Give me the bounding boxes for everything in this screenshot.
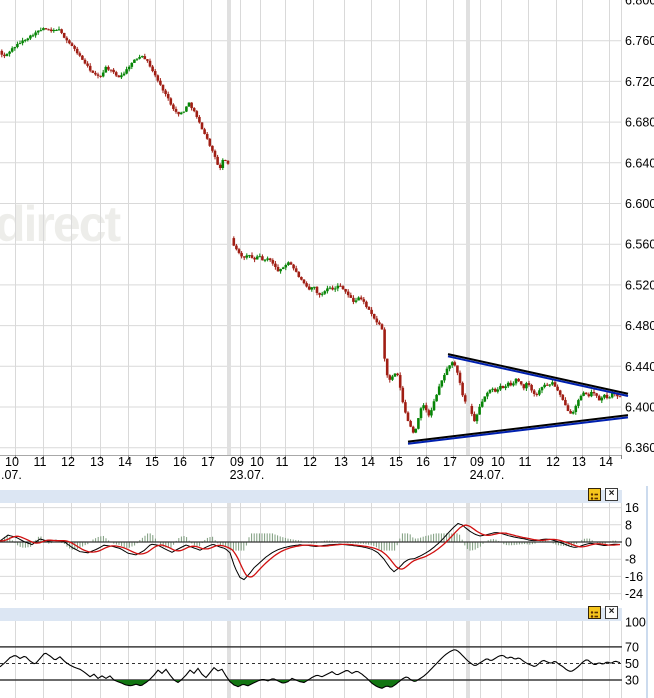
svg-text:70: 70 [625,640,639,654]
svg-text:.07.: .07. [1,468,22,482]
svg-text:6.760: 6.760 [625,34,654,48]
svg-text:11: 11 [34,455,47,469]
indicator1-panel-header [0,490,622,503]
svg-text:12: 12 [303,455,317,469]
svg-text:8: 8 [625,518,632,532]
svg-text:100: 100 [625,616,646,630]
indicator2-panel-header [0,608,622,621]
svg-text:6.440: 6.440 [625,360,654,374]
svg-text:6.400: 6.400 [625,401,654,415]
price-axis: 6.800 6.760 6.720 6.680 6.640 6.600 6.560 6.520… [625,0,654,455]
close-icon: × [608,488,615,499]
indicator2-close-button[interactable]: × [605,606,618,619]
svg-text:6.480: 6.480 [625,319,654,333]
close-icon: × [608,606,615,617]
svg-text:14: 14 [599,455,613,469]
chart-properties-icon [590,611,598,618]
svg-text:23.07.: 23.07. [230,468,265,482]
svg-text:6.800: 6.800 [625,0,654,8]
svg-text:09: 09 [230,455,244,469]
svg-text:-24: -24 [625,587,643,601]
svg-text:13: 13 [572,455,586,469]
indicator2-settings-button[interactable] [588,606,601,619]
svg-text:16: 16 [416,455,430,469]
panel-right-border [646,486,648,698]
svg-text:-8: -8 [625,553,636,567]
svg-text:50: 50 [625,657,639,671]
svg-text:-16: -16 [625,570,643,584]
svg-text:6.360: 6.360 [625,441,654,455]
svg-text:15: 15 [389,455,403,469]
chart-canvas: 10 11 12 13 14 15 16 17 09 10 11 12 13 14 15 16 17 09 10 11… [0,0,654,698]
svg-text:12: 12 [546,455,560,469]
day-separator-bands [227,0,470,455]
indicator2-grid [15,621,622,698]
svg-text:6.640: 6.640 [625,156,654,170]
svg-text:6.720: 6.720 [625,75,654,89]
chart-properties-icon [590,493,598,500]
svg-text:0: 0 [625,536,632,550]
chart-application-window: direct 10 11 12 13 14 15 16 17 09 10 11 12 13 14 15 16 1… [0,0,654,698]
price-grid [0,0,622,455]
indicator1-close-button[interactable]: × [605,488,618,501]
svg-text:10: 10 [5,455,19,469]
svg-text:6.600: 6.600 [625,197,654,211]
svg-text:11: 11 [276,455,289,469]
svg-text:6.520: 6.520 [625,278,654,292]
svg-text:13: 13 [334,455,348,469]
trendline-lower [407,414,629,443]
svg-text:24.07.: 24.07. [470,468,505,482]
indicator1-settings-button[interactable] [588,488,601,501]
svg-text:12: 12 [61,455,75,469]
indicator2-axis: 100 70 50 30 [625,616,646,688]
svg-text:16: 16 [173,455,187,469]
svg-text:16: 16 [625,501,639,515]
svg-text:10: 10 [250,455,264,469]
svg-text:17: 17 [443,455,457,469]
svg-text:14: 14 [361,455,375,469]
svg-text:13: 13 [90,455,104,469]
svg-text:17: 17 [201,455,215,469]
svg-text:6.680: 6.680 [625,116,654,130]
rsi-line [0,649,621,689]
svg-text:15: 15 [145,455,159,469]
trendline-upper [447,353,629,395]
svg-text:11: 11 [519,455,532,469]
svg-text:6.560: 6.560 [625,238,654,252]
svg-text:10: 10 [491,455,505,469]
svg-text:09: 09 [470,455,484,469]
svg-text:30: 30 [625,674,639,688]
svg-text:14: 14 [118,455,132,469]
trendlines[interactable] [407,353,629,445]
time-axis: 10 11 12 13 14 15 16 17 09 10 11 12 13 14 15 16 17 09 10 11… [0,455,622,482]
indicator1-axis: 16 8 0 -8 -16 -24 [625,501,643,601]
